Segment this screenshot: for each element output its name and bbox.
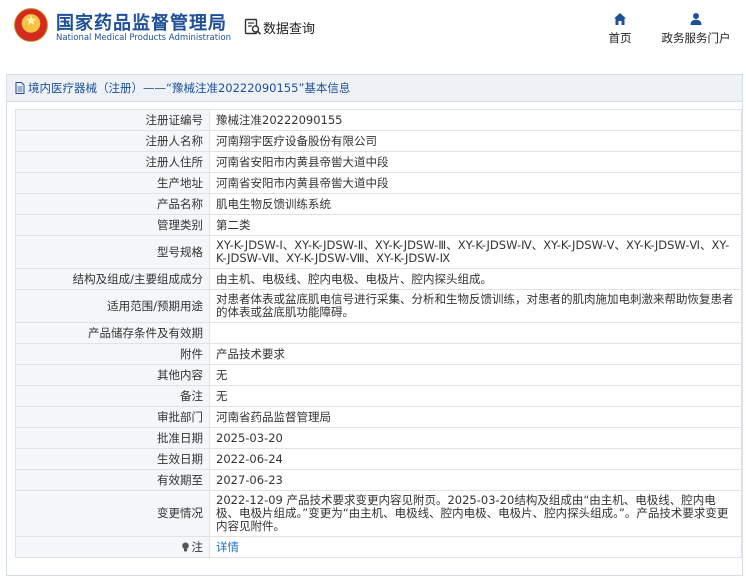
field-value: 无 xyxy=(209,364,742,386)
site-logo-subtitle: National Medical Products Administration xyxy=(56,33,231,43)
field-label: 备注 xyxy=(15,385,210,407)
table-row: 注册人住所 河南省安阳市内黄县帝喾大道中段 xyxy=(15,151,742,173)
table-row: 生产地址 河南省安阳市内黄县帝喾大道中段 xyxy=(15,172,742,194)
field-value: 产品技术要求 xyxy=(209,343,742,365)
user-icon xyxy=(690,13,702,25)
field-value: 肌电生物反馈训练系统 xyxy=(209,193,742,215)
nav-service-portal[interactable]: 政务服务门户 xyxy=(655,12,737,46)
table-row: 附件 产品技术要求 xyxy=(15,343,742,365)
field-label: 变更情况 xyxy=(15,490,210,537)
field-value: 豫械注准20222090155 xyxy=(209,109,742,131)
note-label-cell: 注 xyxy=(15,536,210,558)
field-label: 生产地址 xyxy=(15,172,210,194)
field-value: XY-K-JDSW-Ⅰ、XY-K-JDSW-Ⅱ、XY-K-JDSW-Ⅲ、XY-K… xyxy=(209,235,742,269)
field-label: 有效期至 xyxy=(15,469,210,491)
note-value-cell: 详情 xyxy=(209,536,742,558)
table-row: 其他内容无 xyxy=(15,364,742,386)
document-icon xyxy=(15,82,25,94)
field-label: 附件 xyxy=(15,343,210,365)
field-label: 其他内容 xyxy=(15,364,210,386)
info-table: 注册证编号 豫械注准20222090155 注册人名称 河南翔宇医疗设备股份有限公司… xyxy=(15,109,742,558)
nav-service-portal-label: 政务服务门户 xyxy=(661,31,731,45)
national-emblem-icon xyxy=(14,8,48,42)
site-logo-title[interactable]: 国家药品监督管理局 xyxy=(56,9,227,35)
note-row: 注 详情 xyxy=(15,536,742,558)
field-value: 河南省药品监督管理局 xyxy=(209,406,742,428)
field-value: 无 xyxy=(209,385,742,407)
table-row: 型号规格 XY-K-JDSW-Ⅰ、XY-K-JDSW-Ⅱ、XY-K-JDSW-Ⅲ、… xyxy=(15,235,742,269)
field-label: 批准日期 xyxy=(15,427,210,449)
field-value: 2022-06-24 xyxy=(209,448,742,470)
table-row: 适用范围/预期用途 对患者体表或盆底肌电信号进行采集、分析和生物反馈训练，对患者的… xyxy=(15,289,742,323)
detail-panel: 境内医疗器械（注册）——“豫械注准20222090155”基本信息 注册证编号豫… xyxy=(6,74,743,576)
table-row: 注册证编号 豫械注准20222090155 xyxy=(15,109,742,131)
field-label: 产品名称 xyxy=(15,193,210,215)
site-header: 国家药品监督管理局 National Medical Products Admi… xyxy=(0,0,746,64)
nav-home[interactable]: 首页 xyxy=(602,12,638,46)
field-label: 注册人住所 xyxy=(15,151,210,173)
field-label: 型号规格 xyxy=(15,235,210,269)
table-row: 产品名称 肌电生物反馈训练系统 xyxy=(15,193,742,215)
field-label: 注册人名称 xyxy=(15,130,210,152)
field-label: 注册证编号 xyxy=(15,109,210,131)
table-row: 注册人名称 河南翔宇医疗设备股份有限公司 xyxy=(15,130,742,152)
field-label: 审批部门 xyxy=(15,406,210,428)
field-label: 适用范围/预期用途 xyxy=(15,289,210,323)
field-label: 产品储存条件及有效期 xyxy=(15,322,210,344)
field-value: 由主机、电极线、腔内电极、电极片、腔内探头组成。 xyxy=(209,268,742,290)
panel-title-text: 境内医疗器械（注册）——“豫械注准20222090155”基本信息 xyxy=(28,81,351,95)
table-row: 审批部门 河南省药品监督管理局 xyxy=(15,406,742,428)
nav-home-label: 首页 xyxy=(608,31,632,45)
panel-title: 境内医疗器械（注册）——“豫械注准20222090155”基本信息 xyxy=(7,75,742,102)
field-value: 2025-03-20 xyxy=(209,427,742,449)
field-value: 2027-06-23 xyxy=(209,469,742,491)
field-value: 第二类 xyxy=(209,214,742,236)
field-value: 河南省安阳市内黄县帝喾大道中段 xyxy=(209,151,742,173)
field-label: 结构及组成/主要组成成分 xyxy=(15,268,210,290)
search-document-icon xyxy=(244,18,262,35)
table-row: 产品储存条件及有效期 xyxy=(15,322,742,344)
table-row: 生效日期 2022-06-24 xyxy=(15,448,742,470)
data-query-label: 数据查询 xyxy=(263,22,316,37)
table-row: 批准日期 2025-03-20 xyxy=(15,427,742,449)
note-label: 注 xyxy=(191,539,204,554)
table-row: 变更情况 2022-12-09 产品技术要求变更内容见附页。2025-03-20结… xyxy=(15,490,742,537)
field-value: 2022-12-09 产品技术要求变更内容见附页。2025-03-20结构及组成… xyxy=(209,490,742,537)
field-value: 河南翔宇医疗设备股份有限公司 xyxy=(209,130,742,152)
field-value: 对患者体表或盆底肌电信号进行采集、分析和生物反馈训练，对患者的肌肉施加电刺激来帮… xyxy=(209,289,742,323)
field-label: 生效日期 xyxy=(15,448,210,470)
table-row: 备注无 xyxy=(15,385,742,407)
table-row: 结构及组成/主要组成成分 由主机、电极线、腔内电极、电极片、腔内探头组成。 xyxy=(15,268,742,290)
field-value xyxy=(209,322,742,344)
field-label: 管理类别 xyxy=(15,214,210,236)
table-row: 有效期至 2027-06-23 xyxy=(15,469,742,491)
home-icon xyxy=(614,13,626,25)
lightbulb-icon xyxy=(181,542,189,551)
table-row: 管理类别 第二类 xyxy=(15,214,742,236)
details-link[interactable]: 详情 xyxy=(216,540,239,554)
field-value: 河南省安阳市内黄县帝喾大道中段 xyxy=(209,172,742,194)
